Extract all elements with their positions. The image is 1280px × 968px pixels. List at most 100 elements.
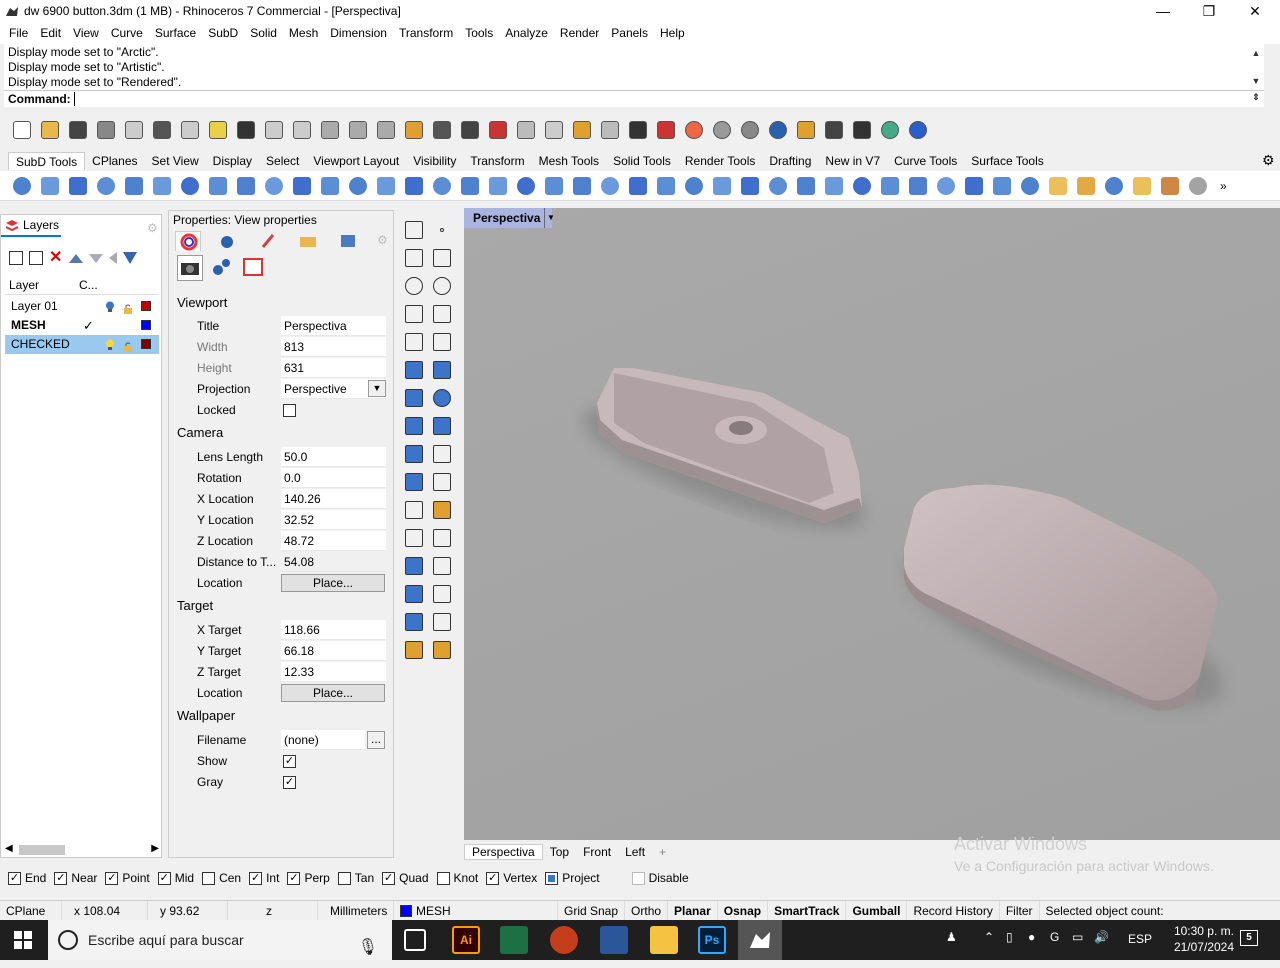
layers-tab[interactable]: Layers [1,215,61,237]
menu-item-dimension[interactable]: Dimension [324,24,393,44]
zoom-extents-icon[interactable] [372,116,400,144]
render-icon[interactable] [430,638,454,662]
command-line[interactable]: Command: ⇕ [4,90,1264,107]
polygon-icon[interactable] [402,302,426,326]
cplane-label[interactable]: CPlane [0,901,62,920]
boolean-icon[interactable] [402,442,426,466]
toolbar-tab-surface-tools[interactable]: Surface Tools [964,152,1051,170]
osnap-checkbox[interactable]: ✓ [287,871,301,885]
subd-tool-28-icon[interactable] [764,172,792,200]
osnap-checkbox[interactable]: ✓ [157,871,171,885]
pencil-highlight-icon[interactable] [792,116,820,144]
cut-icon[interactable] [148,116,176,144]
close-button[interactable]: ✕ [1232,0,1278,24]
tab-view-properties[interactable] [175,231,201,251]
display-sphere-blue-icon[interactable] [764,116,792,144]
filter-icon[interactable] [123,252,137,264]
globe-icon[interactable] [876,116,904,144]
menu-item-mesh[interactable]: Mesh [283,24,324,44]
osnap-project[interactable]: Project [545,871,600,885]
subd-tool-34-icon[interactable] [932,172,960,200]
menu-item-render[interactable]: Render [554,24,605,44]
text-icon[interactable] [402,498,426,522]
osnap-checkbox[interactable] [202,871,216,885]
subd-tool-32-icon[interactable] [876,172,904,200]
subd-tool-2-icon[interactable] [36,172,64,200]
menu-item-edit[interactable]: Edit [34,24,67,44]
menu-item-solid[interactable]: Solid [244,24,283,44]
toolbar-overflow-icon[interactable]: » [1220,179,1227,193]
command-input[interactable] [73,92,77,106]
gumball-toggle-icon[interactable] [848,116,876,144]
google-icon[interactable]: G [1050,930,1066,948]
osnap-checkbox[interactable] [436,871,450,885]
powerpoint-icon[interactable] [550,926,578,954]
subd-tool-22-icon[interactable] [596,172,624,200]
subd-tool-39-icon[interactable] [1072,172,1100,200]
toolbar-tab-render-tools[interactable]: Render Tools [678,152,763,170]
subd-tool-24-icon[interactable] [652,172,680,200]
dimension-icon[interactable] [430,498,454,522]
subd-tool-21-icon[interactable] [568,172,596,200]
viewport-tab-left[interactable]: Left [618,845,652,859]
subd-tool-6-icon[interactable] [148,172,176,200]
menu-item-help[interactable]: Help [654,24,691,44]
point-cloud-icon[interactable] [568,116,596,144]
osnap-checkbox[interactable] [337,871,351,885]
osnap-cen[interactable]: Cen [202,871,241,885]
filename-field[interactable]: (none) [281,730,365,750]
open-file-icon[interactable] [36,116,64,144]
locked-checkbox[interactable] [283,404,296,417]
toolbar-tab-select[interactable]: Select [259,152,306,170]
tab-display-icon[interactable] [335,231,361,251]
excel-icon[interactable] [500,926,528,954]
subd-tool-41-icon[interactable] [1128,172,1156,200]
check-icon[interactable] [430,610,454,634]
toolbar-tab-display[interactable]: Display [206,152,259,170]
rotation-field[interactable]: 0.0 [281,468,386,488]
delete-layer-icon[interactable]: ✕ [49,250,63,266]
offset-icon[interactable] [430,554,454,578]
camera-icon[interactable] [177,255,203,281]
title-field[interactable]: Perspectiva [281,316,386,336]
osnap-near[interactable]: ✓ Near [54,871,97,885]
arc-icon[interactable] [402,330,426,354]
layer-row[interactable]: Layer 01 [5,297,159,316]
task-view-icon[interactable] [404,929,426,951]
osnap-checkbox[interactable]: ✓ [382,871,396,885]
layer-column-header[interactable]: Layer [9,278,39,292]
x-location-field[interactable]: 140.26 [281,489,386,509]
language-indicator[interactable]: ESP [1128,932,1152,950]
subd-tool-3-icon[interactable] [64,172,92,200]
explode-icon[interactable] [430,442,454,466]
zoom-selected-icon[interactable] [400,116,428,144]
four-viewports-icon[interactable] [456,116,484,144]
menu-item-analyze[interactable]: Analyze [499,24,554,44]
help-icon[interactable] [904,116,932,144]
toolbar-tab-cplanes[interactable]: CPlanes [85,152,144,170]
circle-icon[interactable] [402,274,426,298]
photoshop-icon[interactable]: Ps [698,926,726,954]
gumball-toggle[interactable]: Gumball [846,901,908,920]
width-field[interactable]: 813 [281,337,386,357]
subd-tool-23-icon[interactable] [624,172,652,200]
curve-icon[interactable] [430,246,454,270]
plane-surface-icon[interactable] [430,414,454,438]
light-icon[interactable] [596,116,624,144]
subd-tool-30-icon[interactable] [820,172,848,200]
lightbulb-icon[interactable] [105,338,115,350]
subd-tool-43-icon[interactable] [1184,172,1212,200]
menu-item-curve[interactable]: Curve [105,24,149,44]
osnap-disable[interactable]: Disable [631,871,689,885]
y-location-field[interactable]: 32.52 [281,510,386,530]
new-sublayer-icon[interactable] [29,251,43,265]
perspective-viewport[interactable]: Perspectiva ▼ [464,208,1280,840]
osnap-checkbox[interactable]: ✓ [105,871,119,885]
tab-material-icon[interactable] [255,231,281,251]
menu-item-view[interactable]: View [67,24,105,44]
subd-tool-4-icon[interactable] [92,172,120,200]
new-file-icon[interactable] [8,116,36,144]
subd-tool-19-icon[interactable] [512,172,540,200]
subd-tool-9-icon[interactable] [232,172,260,200]
move-left-icon[interactable] [109,252,117,264]
